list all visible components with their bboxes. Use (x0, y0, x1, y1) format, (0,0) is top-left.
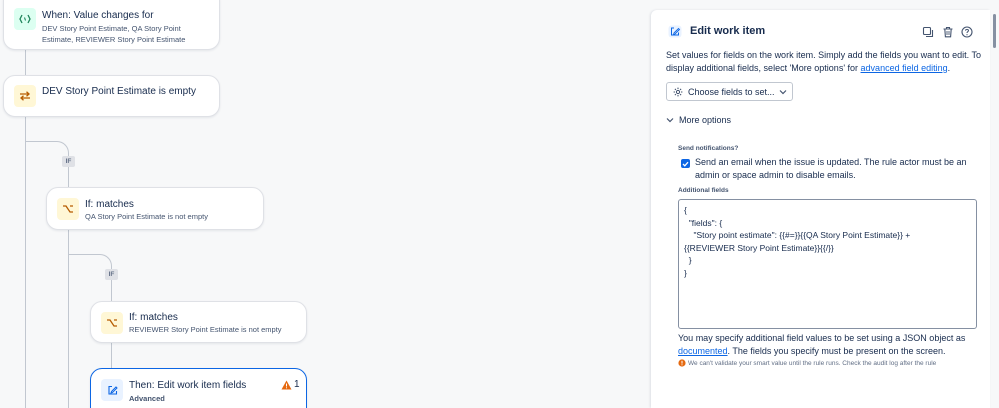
connector-line (100, 254, 112, 266)
rule-canvas: IF IF When: Value changes for DEV Story … (0, 0, 651, 408)
warning-text: We can't validate your smart value until… (688, 359, 937, 367)
warning-icon (281, 380, 292, 389)
additional-fields-textarea[interactable] (678, 199, 977, 329)
warning-badge: 1 (281, 379, 300, 390)
if-subtitle: QA Story Point Estimate is not empty (85, 212, 208, 221)
send-notifications-label: Send notifications? (678, 145, 739, 152)
edit-work-item-panel: Edit work item Set values for fields on … (651, 10, 990, 408)
edit-icon (668, 25, 682, 38)
trigger-title: When: Value changes for (42, 10, 154, 21)
delete-icon[interactable] (942, 25, 954, 38)
connector-line (69, 254, 100, 255)
if-tag: IF (105, 269, 118, 280)
if-tag: IF (62, 156, 75, 167)
warning-icon (678, 359, 686, 367)
gear-icon (673, 87, 683, 96)
branch-icon (101, 312, 123, 334)
json-help-prefix: You may specify additional field values … (678, 333, 966, 343)
send-email-checkbox[interactable] (681, 159, 690, 168)
swap-arrows-icon (14, 85, 36, 107)
connector-line (57, 141, 69, 153)
if-condition-card[interactable]: If: matches REVIEWER Story Point Estimat… (90, 301, 307, 343)
advanced-field-editing-link[interactable]: advanced field editing (861, 63, 948, 73)
more-options-toggle[interactable]: More options (666, 115, 731, 125)
smart-value-warning: We can't validate your smart value until… (678, 359, 988, 367)
connector-line (25, 50, 26, 76)
checkmark-icon (682, 161, 689, 167)
connector-line (26, 141, 57, 142)
connector-line (25, 117, 26, 408)
warning-count: 1 (294, 379, 300, 390)
send-email-label: Send an email when the issue is updated.… (695, 157, 967, 180)
more-options-label: More options (679, 115, 732, 125)
action-title: Then: Edit work item fields (129, 380, 247, 391)
json-help-text: You may specify additional field values … (678, 332, 983, 357)
panel-scrollbar[interactable] (993, 14, 996, 48)
panel-description: Set values for fields on the work item. … (666, 49, 984, 74)
if-subtitle: REVIEWER Story Point Estimate is not emp… (129, 325, 282, 334)
connector-line (68, 230, 69, 408)
condition-title: DEV Story Point Estimate is empty (42, 86, 196, 97)
duplicate-icon[interactable] (922, 25, 934, 38)
json-help-suffix: . The fields you specify must be present… (727, 345, 946, 356)
if-title: If: matches (85, 199, 134, 210)
code-brackets-icon (14, 8, 36, 30)
condition-card[interactable]: DEV Story Point Estimate is empty (3, 75, 220, 117)
connector-line (111, 343, 112, 369)
if-condition-card[interactable]: If: matches QA Story Point Estimate is n… (46, 187, 264, 230)
choose-fields-label: Choose fields to set... (688, 86, 775, 97)
action-subtitle: Advanced (129, 394, 165, 403)
if-title: If: matches (129, 312, 178, 323)
branch-icon (57, 198, 79, 220)
help-icon[interactable] (961, 25, 973, 38)
panel-title: Edit work item (690, 25, 766, 37)
action-card[interactable]: Then: Edit work item fields Advanced 1 (90, 368, 307, 408)
choose-fields-button[interactable]: Choose fields to set... (666, 82, 793, 101)
additional-fields-label: Additional fields (678, 187, 729, 194)
trigger-card[interactable]: When: Value changes for DEV Story Point … (3, 0, 220, 50)
chevron-down-icon (779, 89, 786, 94)
chevron-down-icon (666, 118, 674, 123)
edit-icon (101, 379, 123, 401)
documented-link[interactable]: documented (678, 346, 728, 356)
description-suffix: . (947, 62, 951, 73)
trigger-fields: DEV Story Point Estimate, QA Story Point… (42, 24, 186, 44)
